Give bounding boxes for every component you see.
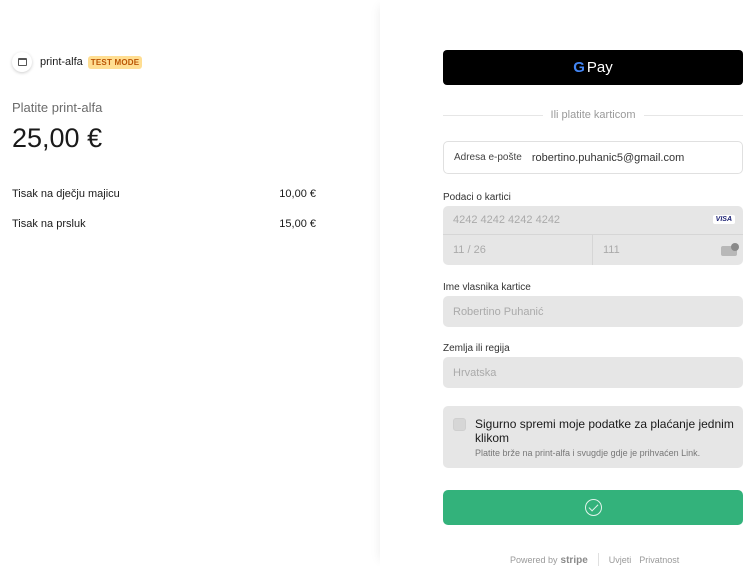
save-info-subtitle: Platite brže na print-alfa i svugdje gdj… [475, 448, 701, 458]
total-amount: 25,00 € [12, 123, 103, 153]
save-info-title: Sigurno spremi moje podatke za plaćanje … [475, 417, 734, 445]
google-g-icon: G [573, 59, 585, 76]
card-number-value: 4242 4242 4242 4242 [453, 214, 561, 226]
google-pay-button[interactable]: G Pay [443, 50, 743, 85]
check-circle-icon [584, 499, 602, 516]
card-expiry-value: 11 / 26 [453, 244, 486, 256]
save-info-checkbox[interactable] [453, 418, 466, 431]
cardholder-value: Robertino Puhanić [453, 305, 544, 318]
pay-merchant-label: Platite print-alfa [12, 100, 103, 115]
line-item-name: Tisak na prsluk [12, 218, 86, 230]
store-icon [12, 52, 32, 72]
pay-button[interactable] [443, 490, 743, 525]
card-expiry-input[interactable]: 11 / 26 [443, 235, 593, 265]
terms-link[interactable]: Uvjeti [609, 555, 632, 565]
save-info-box: Sigurno spremi moje podatke za plaćanje … [443, 406, 743, 468]
google-pay-label: Pay [586, 59, 613, 76]
merchant-header[interactable]: print-alfa TEST MODE [12, 52, 143, 72]
order-summary-panel: print-alfa TEST MODE Platite print-alfa … [0, 0, 380, 566]
card-info-group: 4242 4242 4242 4242 VISA 11 / 26 111 [443, 206, 743, 265]
line-item: Tisak na prsluk 15,00 € [12, 218, 316, 230]
country-label: Zemlja ili regija [443, 343, 510, 354]
test-mode-badge: TEST MODE [87, 55, 143, 69]
email-field[interactable]: Adresa e-pošte robertino.puhanic5@gmail.… [443, 141, 743, 174]
powered-by-text: Powered by [510, 555, 558, 565]
card-cvc-input[interactable]: 111 [593, 235, 743, 265]
email-value: robertino.puhanic5@gmail.com [531, 151, 685, 164]
visa-icon: VISA [712, 215, 735, 224]
line-item-price: 15,00 € [279, 218, 316, 230]
line-item-price: 10,00 € [279, 188, 316, 200]
footer: Powered by stripe Uvjeti Privatnost [510, 553, 687, 566]
line-item-name: Tisak na dječju majicu [12, 188, 120, 200]
card-number-input[interactable]: 4242 4242 4242 4242 VISA [443, 206, 743, 235]
card-cvc-value: 111 [603, 244, 620, 256]
cardholder-label: Ime vlasnika kartice [443, 282, 531, 293]
email-label: Adresa e-pošte [454, 152, 522, 163]
cvc-card-icon [721, 243, 739, 256]
divider-text: Ili platite karticom [550, 109, 636, 121]
line-item: Tisak na dječju majicu 10,00 € [12, 188, 316, 200]
card-divider: Ili platite karticom [443, 108, 743, 122]
country-value: Hrvatska [453, 366, 497, 379]
merchant-name: print-alfa [40, 56, 83, 68]
privacy-link[interactable]: Privatnost [639, 555, 679, 565]
cardholder-input[interactable]: Robertino Puhanić [443, 296, 743, 327]
country-select[interactable]: Hrvatska [443, 357, 743, 388]
card-info-label: Podaci o kartici [443, 192, 511, 203]
stripe-logo[interactable]: stripe [561, 555, 588, 566]
payment-panel: G Pay Ili platite karticom Adresa e-pošt… [380, 0, 743, 566]
